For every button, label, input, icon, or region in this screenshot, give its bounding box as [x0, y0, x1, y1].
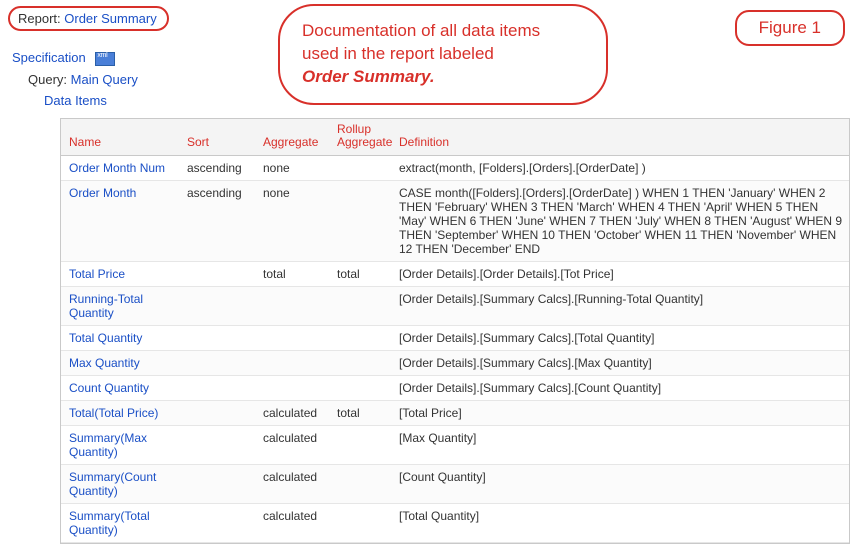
- cell-rollup: total: [329, 261, 391, 286]
- figure-badge: Figure 1: [735, 10, 845, 46]
- doc-bubble-line1: Documentation of all data items: [302, 21, 540, 40]
- cell-name: Count Quantity: [61, 375, 179, 400]
- cell-aggregate: none: [255, 155, 329, 180]
- cell-sort: [179, 325, 255, 350]
- cell-definition: [Max Quantity]: [391, 425, 849, 464]
- cell-sort: [179, 261, 255, 286]
- cell-rollup: [329, 180, 391, 261]
- cell-sort: ascending: [179, 155, 255, 180]
- cell-sort: ascending: [179, 180, 255, 261]
- query-prefix: Query:: [28, 72, 67, 87]
- cell-aggregate: [255, 286, 329, 325]
- table-row[interactable]: Order Monthascendingnone CASE month([Fold…: [61, 180, 849, 261]
- cell-definition: [Order Details].[Summary Calcs].[Count Q…: [391, 375, 849, 400]
- cell-name: Total Price: [61, 261, 179, 286]
- cell-aggregate: calculated: [255, 503, 329, 542]
- cell-rollup: [329, 375, 391, 400]
- data-items-table: Name Sort Aggregate RollupAggregate Defi…: [61, 119, 849, 543]
- report-title: Report: Order Summary: [8, 6, 169, 31]
- cell-rollup: [329, 350, 391, 375]
- cell-definition: [Order Details].[Order Details].[Tot Pri…: [391, 261, 849, 286]
- table-row[interactable]: Order Month Numascendingnone extract(mont…: [61, 155, 849, 180]
- cell-rollup: [329, 325, 391, 350]
- cell-name: Order Month Num: [61, 155, 179, 180]
- cell-rollup: [329, 464, 391, 503]
- header-sort[interactable]: Sort: [179, 119, 255, 156]
- doc-bubble-emph: Order Summary.: [302, 67, 435, 86]
- cell-aggregate: [255, 325, 329, 350]
- cell-aggregate: [255, 375, 329, 400]
- cell-definition: CASE month([Folders].[Orders].[OrderDate…: [391, 180, 849, 261]
- cell-name: Total Quantity: [61, 325, 179, 350]
- cell-sort: [179, 350, 255, 375]
- data-items-table-wrap: Name Sort Aggregate RollupAggregate Defi…: [60, 118, 850, 544]
- table-row[interactable]: Summary(Total Quantity) calculated [Total …: [61, 503, 849, 542]
- cell-name: Summary(Max Quantity): [61, 425, 179, 464]
- cell-aggregate: [255, 350, 329, 375]
- cell-name: Total(Total Price): [61, 400, 179, 425]
- cell-sort: [179, 375, 255, 400]
- cell-rollup: [329, 155, 391, 180]
- cell-aggregate: calculated: [255, 400, 329, 425]
- header-rollup-aggregate[interactable]: RollupAggregate: [329, 119, 391, 156]
- cell-sort: [179, 425, 255, 464]
- table-header-row: Name Sort Aggregate RollupAggregate Defi…: [61, 119, 849, 156]
- header-name[interactable]: Name: [61, 119, 179, 156]
- report-title-name: Order Summary: [64, 11, 156, 26]
- query-link[interactable]: Main Query: [71, 72, 138, 87]
- cell-definition: [Order Details].[Summary Calcs].[Running…: [391, 286, 849, 325]
- header-aggregate[interactable]: Aggregate: [255, 119, 329, 156]
- cell-rollup: [329, 425, 391, 464]
- table-row[interactable]: Count Quantity [Order Details].[Summary C…: [61, 375, 849, 400]
- cell-sort: [179, 400, 255, 425]
- specification-link[interactable]: Specification: [12, 50, 86, 65]
- header-definition[interactable]: Definition: [391, 119, 849, 156]
- cell-rollup: [329, 286, 391, 325]
- cell-name: Max Quantity: [61, 350, 179, 375]
- cell-aggregate: none: [255, 180, 329, 261]
- cell-name: Summary(Total Quantity): [61, 503, 179, 542]
- cell-aggregate: total: [255, 261, 329, 286]
- cell-sort: [179, 464, 255, 503]
- cell-definition: [Order Details].[Summary Calcs].[Total Q…: [391, 325, 849, 350]
- cell-aggregate: calculated: [255, 425, 329, 464]
- cell-rollup: [329, 503, 391, 542]
- cell-definition: [Total Quantity]: [391, 503, 849, 542]
- cell-aggregate: calculated: [255, 464, 329, 503]
- cell-sort: [179, 286, 255, 325]
- cell-rollup: total: [329, 400, 391, 425]
- cell-definition: extract(month, [Folders].[Orders].[Order…: [391, 155, 849, 180]
- cell-definition: [Order Details].[Summary Calcs].[Max Qua…: [391, 350, 849, 375]
- data-items-link[interactable]: Data Items: [44, 93, 107, 108]
- xml-icon[interactable]: [95, 52, 115, 66]
- doc-bubble-line2: used in the report labeled: [302, 44, 494, 63]
- cell-sort: [179, 503, 255, 542]
- figure-badge-text: Figure 1: [759, 18, 821, 37]
- table-row[interactable]: Max Quantity [Order Details].[Summary Cal…: [61, 350, 849, 375]
- report-title-prefix: Report:: [18, 11, 61, 26]
- table-row[interactable]: Running-Total Quantity [Order Details].[S…: [61, 286, 849, 325]
- cell-name: Order Month: [61, 180, 179, 261]
- cell-definition: [Total Price]: [391, 400, 849, 425]
- table-row[interactable]: Total(Total Price) calculatedtotal[Total …: [61, 400, 849, 425]
- table-row[interactable]: Total Pricetotaltotal[Order Details].[Or…: [61, 261, 849, 286]
- table-row[interactable]: Summary(Max Quantity) calculated [Max Quan…: [61, 425, 849, 464]
- doc-annotation-bubble: Documentation of all data items used in …: [278, 4, 608, 105]
- table-row[interactable]: Total Quantity [Order Details].[Summary C…: [61, 325, 849, 350]
- cell-name: Running-Total Quantity: [61, 286, 179, 325]
- table-row[interactable]: Summary(Count Quantity) calculated [Count …: [61, 464, 849, 503]
- cell-name: Summary(Count Quantity): [61, 464, 179, 503]
- cell-definition: [Count Quantity]: [391, 464, 849, 503]
